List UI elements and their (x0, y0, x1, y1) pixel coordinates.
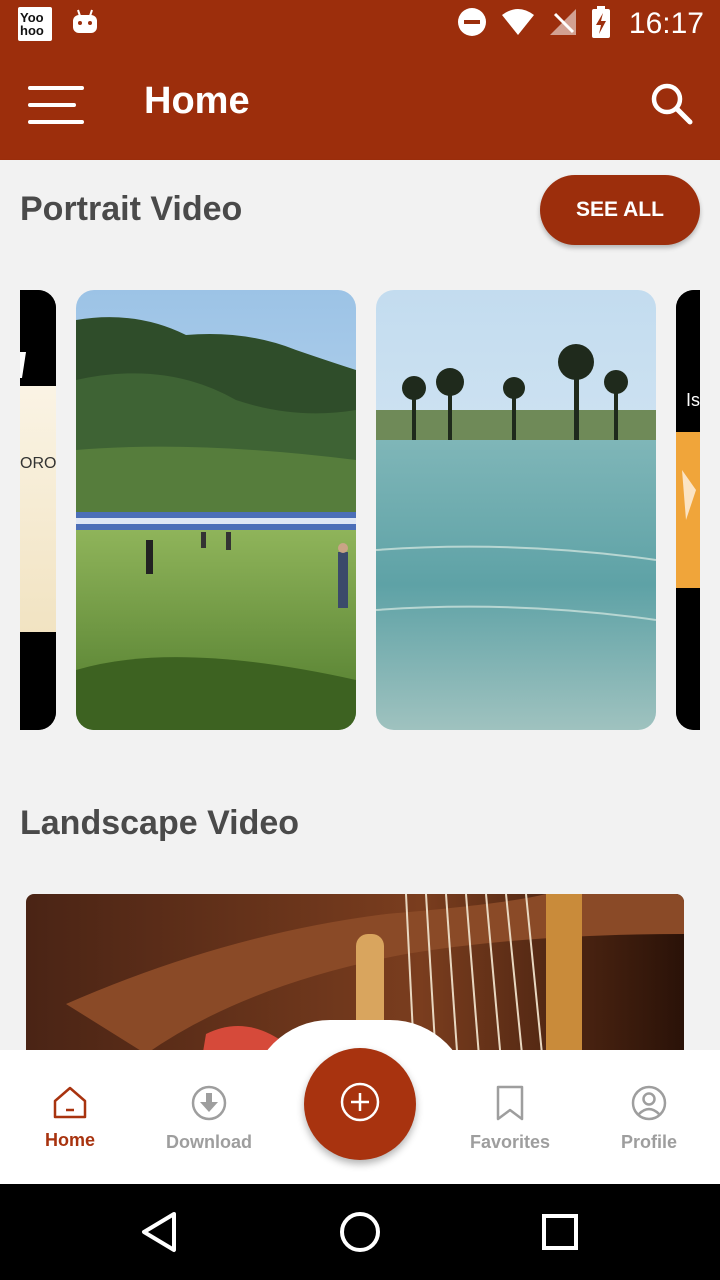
yoohoo-app-icon: Yoo hoo (18, 7, 52, 41)
dnd-icon (457, 7, 487, 42)
back-icon[interactable] (134, 1206, 186, 1258)
portrait-thumb-4[interactable]: Is (676, 290, 700, 730)
nav-download-label: Download (166, 1132, 252, 1152)
nav-profile-label: Profile (620, 1132, 677, 1152)
nav-home[interactable]: Home (10, 1085, 130, 1165)
system-nav-bar (0, 1184, 720, 1280)
download-icon (191, 1085, 227, 1126)
bookmark-icon (495, 1085, 525, 1126)
android-icon (70, 7, 104, 41)
home-icon (52, 1085, 88, 1124)
portrait-thumb-3[interactable] (376, 290, 656, 730)
see-all-button[interactable]: SEE ALL (540, 175, 700, 245)
menu-icon[interactable] (28, 86, 84, 124)
app-bar: Home (0, 48, 720, 160)
nav-profile[interactable]: Profile (589, 1085, 709, 1165)
recents-icon[interactable] (534, 1206, 586, 1258)
portrait-thumb-4-caption: Is (686, 390, 700, 410)
nav-favorites-label: Favorites (469, 1132, 551, 1152)
portrait-thumb-1-caption: ORO (20, 455, 56, 472)
portrait-video-section: Portrait Video SEE ALL ORO Is (0, 160, 720, 762)
portrait-thumb-1[interactable]: ORO (20, 290, 56, 730)
home-screen: Yoo hoo 16:17 Home Portrait Video SEE AL… (0, 0, 720, 1280)
battery-charging-icon (591, 5, 611, 43)
portrait-section-title: Portrait Video (20, 190, 243, 228)
add-circle-icon (339, 1081, 381, 1128)
search-icon[interactable] (650, 82, 694, 126)
status-bar: Yoo hoo 16:17 (0, 0, 720, 48)
no-signal-icon (549, 8, 577, 41)
home-system-icon[interactable] (334, 1206, 386, 1258)
nav-favorites[interactable]: Favorites (450, 1085, 570, 1165)
wifi-icon (501, 8, 535, 41)
landscape-video-section: Landscape Video (0, 762, 720, 1094)
page-title: Home (144, 80, 250, 122)
clock: 16:17 (628, 7, 704, 40)
profile-icon (631, 1085, 667, 1126)
nav-download[interactable]: Download (149, 1085, 269, 1165)
landscape-section-title: Landscape Video (20, 804, 300, 842)
nav-home-label: Home (44, 1130, 95, 1150)
add-button[interactable] (304, 1048, 416, 1160)
portrait-thumb-2[interactable] (76, 290, 356, 730)
status-icons: 16:17 (457, 0, 704, 48)
